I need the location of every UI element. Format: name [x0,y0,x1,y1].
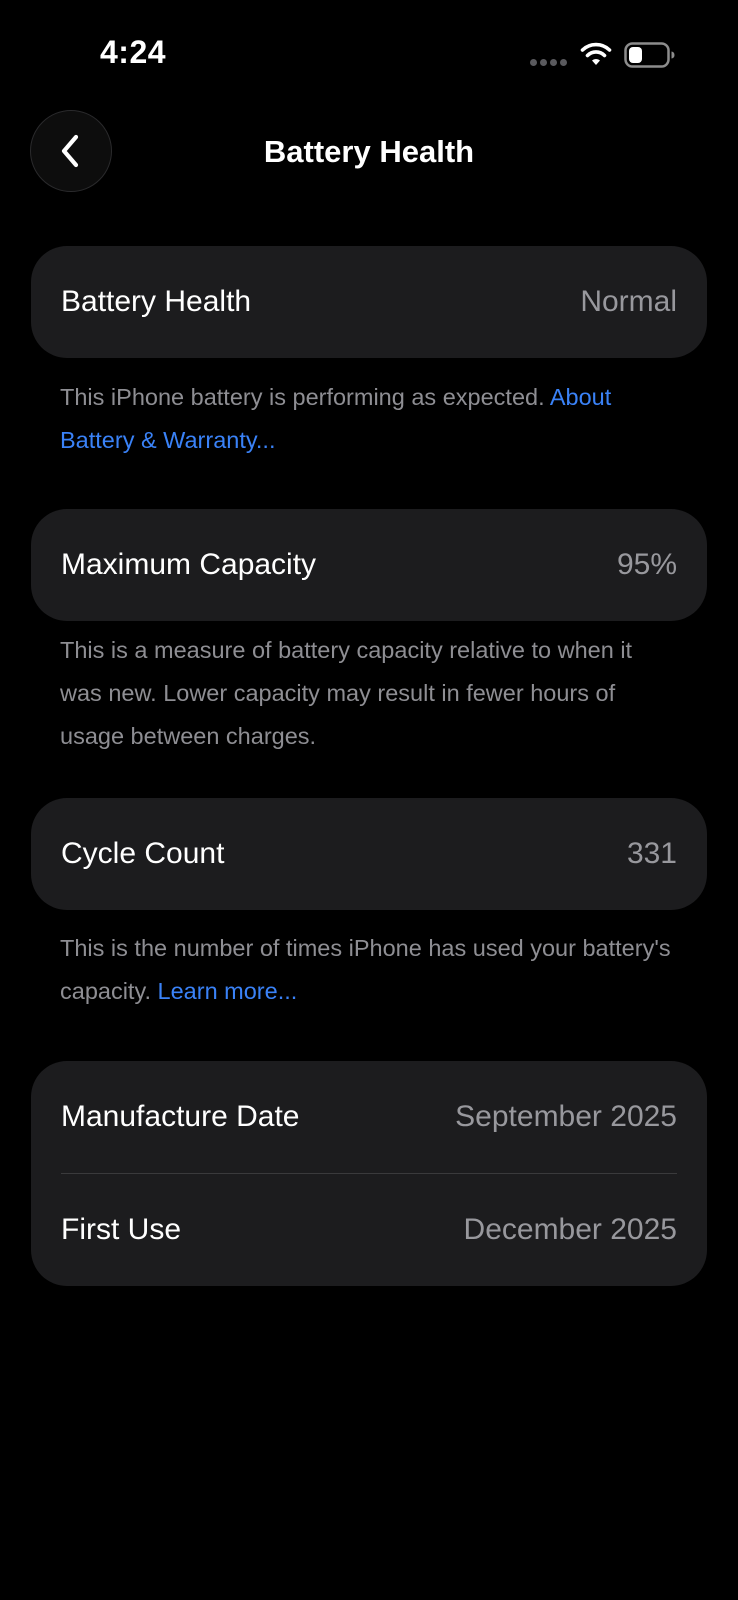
maximum-capacity-card: Maximum Capacity 95% [31,509,707,621]
cycle-count-label: Cycle Count [61,837,225,870]
wifi-icon [580,42,612,65]
maximum-capacity-value: 95% [616,548,677,581]
manufacture-date-row: Manufacture Date September 2025 [61,1061,677,1173]
battery-health-row: Battery Health Normal [61,246,677,358]
nav-bar: Battery Health [0,108,738,192]
maximum-capacity-footnote: This is a measure of battery capacity re… [60,637,633,749]
status-bar: 4:24 [0,0,738,100]
page-title: Battery Health [263,134,475,169]
cycle-count-footnote-text: This is the number of times iPhone has u… [60,935,671,1004]
first-use-value: December 2025 [463,1213,677,1246]
learn-more-link[interactable]: Learn more... [158,978,298,1004]
battery-icon [624,42,675,68]
cycle-count-card: Cycle Count 331 [31,798,707,910]
maximum-capacity-row: Maximum Capacity 95% [61,509,677,621]
status-time: 4:24 [100,34,167,70]
manufacture-date-value: September 2025 [455,1100,677,1133]
cycle-count-footnote: This is the number of times iPhone has u… [60,927,680,1013]
first-use-label: First Use [61,1213,181,1246]
battery-health-value: Normal [580,285,677,318]
cellular-signal-icon [530,59,567,66]
battery-health-footnote: This iPhone battery is performing as exp… [60,376,680,462]
battery-dates-card: Manufacture Date September 2025 First Us… [31,1061,707,1286]
battery-health-card: Battery Health Normal [31,246,707,358]
first-use-row: First Use December 2025 [61,1174,677,1286]
manufacture-date-label: Manufacture Date [61,1100,300,1133]
maximum-capacity-label: Maximum Capacity [61,548,317,581]
battery-health-label: Battery Health [61,285,252,318]
cycle-count-value: 331 [626,837,677,870]
cycle-count-row: Cycle Count 331 [61,798,677,910]
battery-health-footnote-text: This iPhone battery is performing as exp… [60,384,550,410]
